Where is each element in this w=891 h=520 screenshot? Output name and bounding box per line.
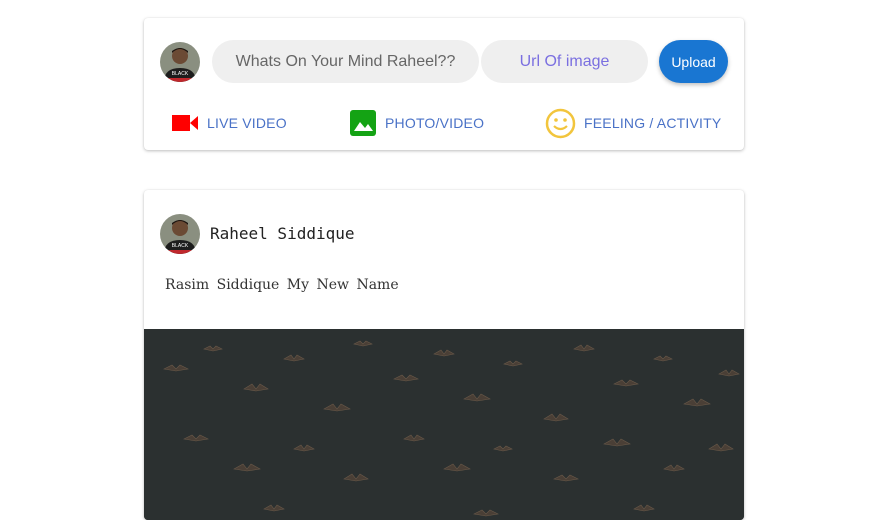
photo-icon <box>349 109 377 137</box>
post-text: Rasim Siddique My New Name <box>165 277 399 293</box>
video-camera-icon <box>171 113 199 133</box>
svg-text:BLACK: BLACK <box>172 243 189 249</box>
birds-flock-image <box>144 329 744 520</box>
live-video-button[interactable]: LIVE VIDEO <box>171 108 287 138</box>
post-composer-card: BLACK Whats On Your Mind Raheel?? Url Of… <box>144 18 744 150</box>
smiley-icon <box>545 108 576 139</box>
live-video-label: LIVE VIDEO <box>207 115 287 131</box>
user-avatar[interactable]: BLACK <box>160 42 200 82</box>
post-image[interactable] <box>144 329 744 520</box>
author-avatar[interactable]: BLACK <box>160 214 200 254</box>
status-input[interactable]: Whats On Your Mind Raheel?? <box>212 40 479 83</box>
svg-text:BLACK: BLACK <box>172 71 189 77</box>
image-url-input[interactable]: Url Of image <box>481 40 648 83</box>
feeling-activity-button[interactable]: FEELING / ACTIVITY <box>545 108 721 138</box>
feeling-activity-label: FEELING / ACTIVITY <box>584 115 722 131</box>
post-card: BLACK Raheel Siddique Rasim Siddique My … <box>144 190 744 520</box>
upload-button[interactable]: Upload <box>659 40 728 83</box>
photo-video-label: PHOTO/VIDEO <box>385 115 485 131</box>
post-author-name[interactable]: Raheel Siddique <box>210 224 355 243</box>
photo-video-button[interactable]: PHOTO/VIDEO <box>349 108 484 138</box>
